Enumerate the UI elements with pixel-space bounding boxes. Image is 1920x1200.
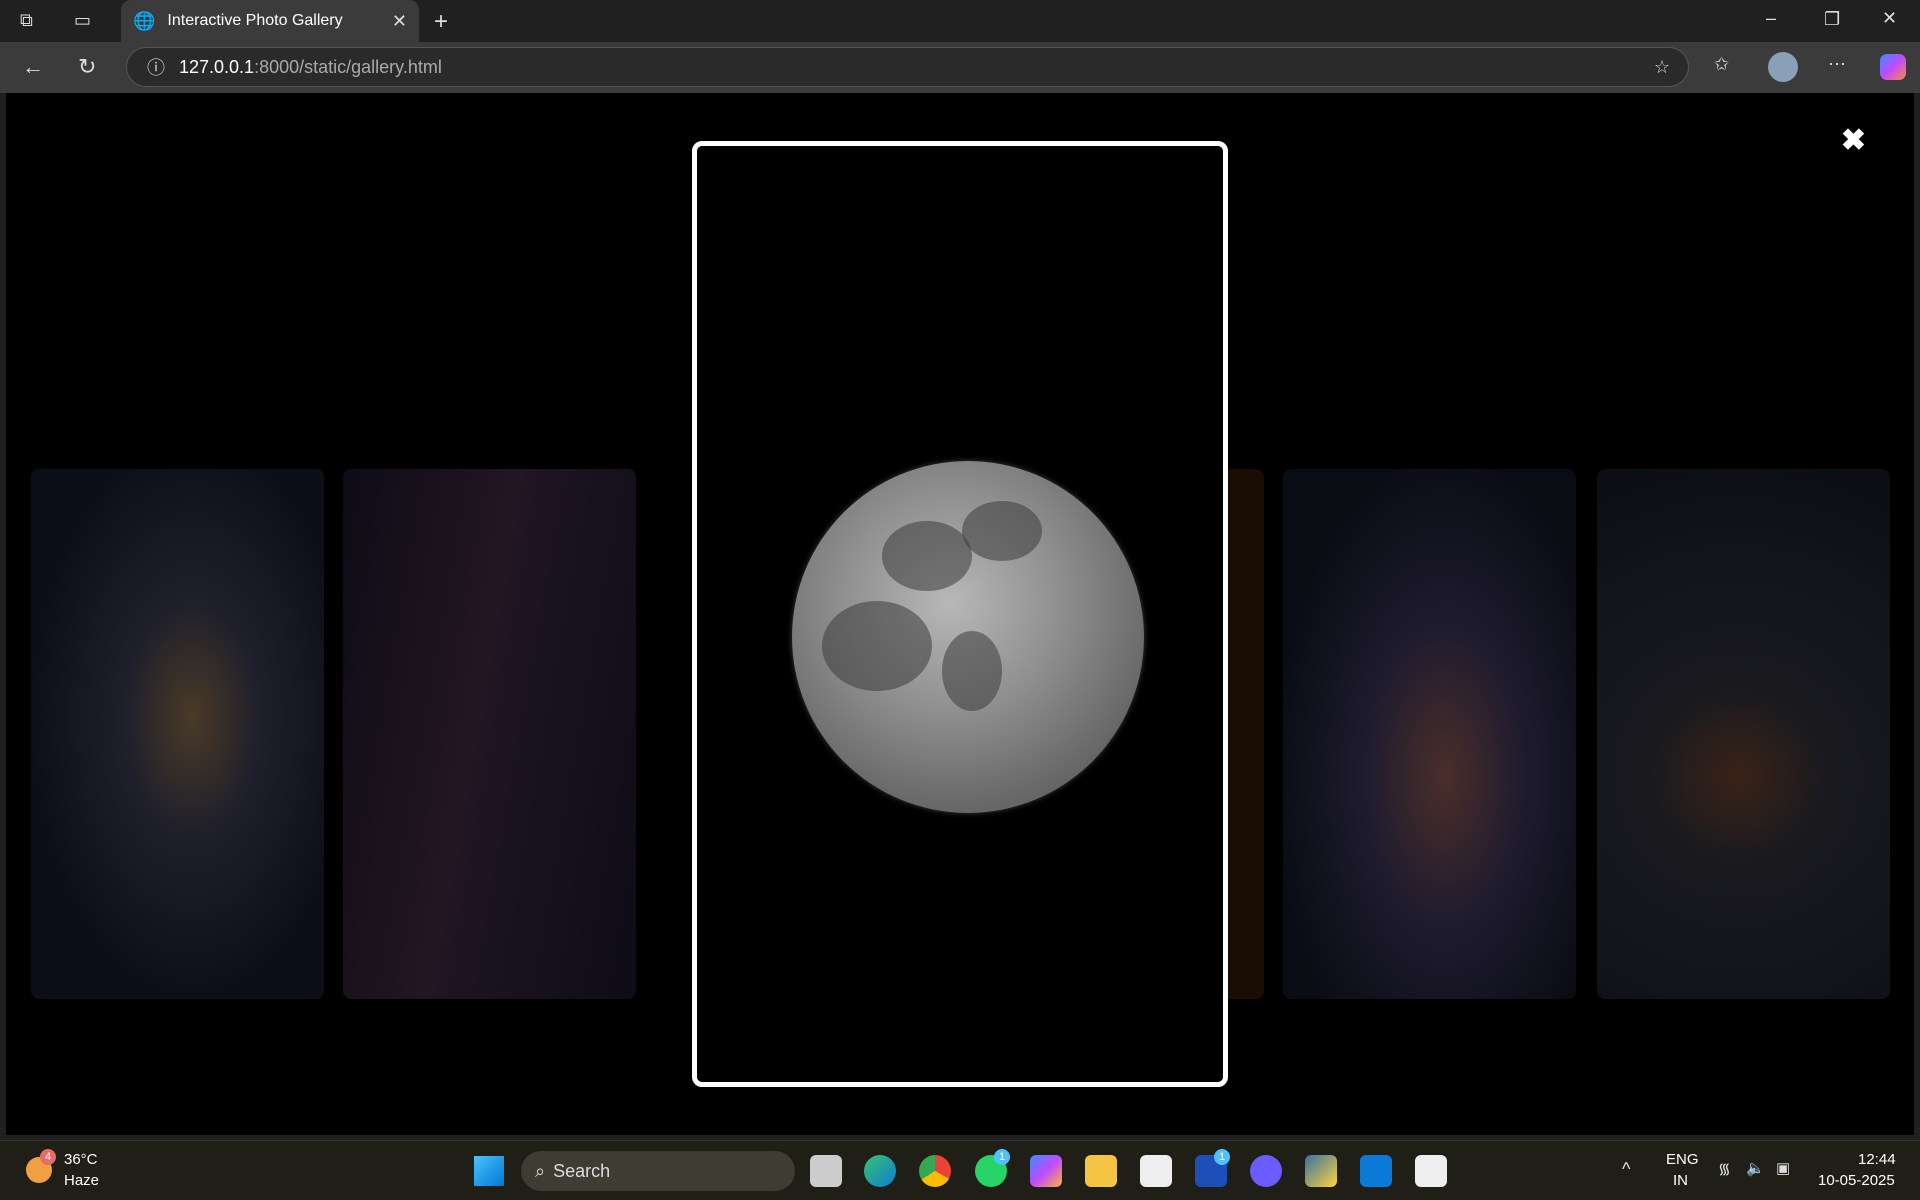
clock-date[interactable]: 10-05-2025 — [1818, 1172, 1895, 1189]
app-icon[interactable] — [1250, 1155, 1282, 1187]
address-bar[interactable]: ⓘ 127.0.0.1 :8000/static/gallery.html ☆ — [126, 47, 1689, 87]
copilot-icon[interactable] — [1880, 54, 1906, 80]
clock-time[interactable]: 12:44 — [1858, 1151, 1896, 1168]
search-label: Search — [553, 1160, 611, 1181]
minimize-icon[interactable]: – — [1766, 8, 1776, 29]
restore-icon[interactable]: ❐ — [1824, 9, 1840, 30]
weather-desc: Haze — [64, 1172, 100, 1189]
new-tab-icon[interactable]: + — [434, 8, 448, 36]
more-icon[interactable]: ⋯ — [1828, 54, 1846, 75]
python-icon[interactable] — [1305, 1155, 1337, 1187]
url-host: 127.0.0.1 — [179, 56, 255, 77]
info-icon[interactable]: ⓘ — [147, 54, 165, 80]
lightbox-frame — [692, 141, 1228, 1087]
tab-bar: ⧉ ▭ 🌐 Interactive Photo Gallery ✕ + – ❐ … — [0, 0, 1920, 42]
gallery-image-rocket-galaxy[interactable] — [1283, 469, 1576, 999]
lang-top[interactable]: ENG — [1666, 1151, 1699, 1168]
weather-badge: 4 — [40, 1149, 56, 1165]
taskbar-search[interactable]: ⌕ Search — [521, 1151, 795, 1191]
tab-active[interactable]: 🌐 Interactive Photo Gallery ✕ — [121, 0, 419, 42]
close-window-icon[interactable]: ✕ — [1882, 8, 1897, 29]
back-icon[interactable]: ← — [22, 54, 44, 80]
gallery-page: ✖ — [6, 93, 1914, 1135]
refresh-icon[interactable]: ↻ — [78, 54, 96, 80]
lang-bottom[interactable]: IN — [1673, 1172, 1688, 1189]
l-app-badge: 1 — [1214, 1149, 1230, 1165]
taskbar: 4 36°C Haze ⌕ Search 1 1 ^ ENG IN ᯾ 🔈 ▣ … — [0, 1140, 1920, 1200]
favorite-star-icon[interactable]: ☆ — [1654, 57, 1670, 78]
url-path: :8000/static/gallery.html — [254, 56, 442, 77]
battery-icon[interactable]: ▣ — [1776, 1159, 1790, 1177]
wifi-icon[interactable]: ᯾ — [1718, 1159, 1731, 1179]
edge-icon[interactable] — [864, 1155, 896, 1187]
whatsapp-badge: 1 — [994, 1149, 1010, 1165]
volume-icon[interactable]: 🔈 — [1746, 1159, 1765, 1177]
favorites-icon[interactable]: ✩ — [1714, 54, 1729, 75]
vscode-icon[interactable] — [1360, 1155, 1392, 1187]
chrome-icon[interactable] — [919, 1155, 951, 1187]
file-explorer-icon[interactable] — [1085, 1155, 1117, 1187]
snipping-tool-icon[interactable] — [1415, 1155, 1447, 1187]
tab-actions-icon[interactable]: ▭ — [74, 10, 91, 31]
close-lightbox-button[interactable]: ✖ — [1841, 123, 1866, 158]
show-hidden-icons-icon[interactable]: ^ — [1622, 1159, 1630, 1180]
workspaces-icon[interactable]: ⧉ — [20, 10, 33, 31]
weather-temp: 36°C — [64, 1151, 98, 1168]
tab-title: Interactive Photo Gallery — [167, 12, 343, 29]
moon-image — [792, 461, 1144, 813]
gallery-image-asteroid[interactable] — [1597, 469, 1890, 999]
search-icon: ⌕ — [535, 1160, 546, 1181]
gallery-image-milky-way[interactable] — [343, 469, 636, 999]
start-icon[interactable] — [474, 1156, 504, 1186]
globe-icon: 🌐 — [133, 10, 156, 31]
store-icon[interactable] — [1140, 1155, 1172, 1187]
close-tab-icon[interactable]: ✕ — [392, 11, 407, 32]
task-view-icon[interactable] — [810, 1155, 842, 1187]
gallery-image-galaxy[interactable] — [31, 469, 324, 999]
profile-avatar[interactable] — [1768, 52, 1798, 82]
copilot-app-icon[interactable] — [1030, 1155, 1062, 1187]
toolbar: ← ↻ ⓘ 127.0.0.1 :8000/static/gallery.htm… — [0, 42, 1920, 93]
